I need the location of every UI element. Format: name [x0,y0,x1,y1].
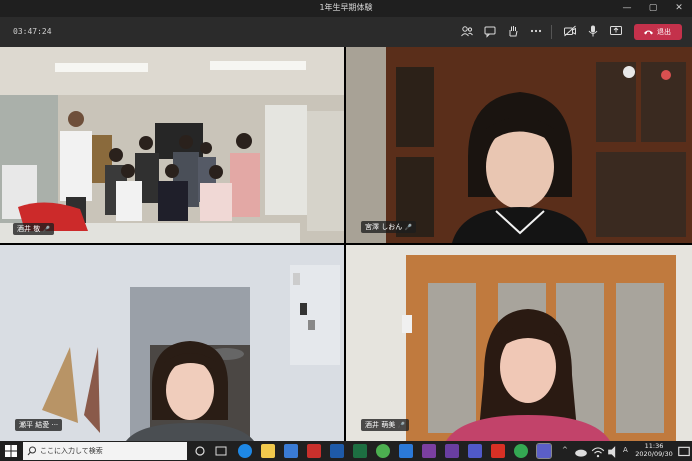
onenote-icon-2[interactable] [445,444,459,458]
toolbar-separator [551,25,552,39]
chrome-icon[interactable] [376,444,390,458]
task-view-icon[interactable] [214,444,228,458]
phone-hangup-icon [644,30,653,35]
cloud-icon[interactable] [574,445,588,459]
notification-icon[interactable] [677,445,691,459]
microphone-icon[interactable] [586,24,600,38]
participant-name-tag: 酒井 敬 🎤 [13,223,54,235]
video-tile-participant-2[interactable]: 宮澤 しおん 🎤 [346,47,692,243]
windows-taskbar: ここに入力して検索 ^ A 11:36 2020/09/30 [0,441,692,461]
teams-active-icon[interactable] [536,443,552,459]
title-bar: 1年生早期体験 — ▢ ✕ [0,0,692,17]
mic-icon: 🎤 [42,226,50,233]
windows-start-icon[interactable] [5,445,17,457]
leave-label: 退出 [657,28,671,36]
system-clock[interactable]: 11:36 2020/09/30 [634,442,674,458]
onenote-icon[interactable] [422,444,436,458]
more-options-icon[interactable]: ··· [51,421,58,429]
participant-4-video-feed [346,245,692,441]
taskbar-search-box[interactable]: ここに入力して検索 [23,442,187,460]
raise-hand-icon[interactable] [506,24,520,38]
participant-name-tag: 酒井 萌美 🎤 [361,419,409,431]
video-tile-classroom[interactable]: 酒井 敬 🎤 [0,47,344,243]
powerpoint-icon[interactable] [307,444,321,458]
maximize-button[interactable]: ▢ [640,0,666,17]
task-view-icon[interactable] [193,444,207,458]
word-icon[interactable] [330,444,344,458]
wifi-icon[interactable] [591,445,605,459]
participant-name: 宮澤 しおん [365,223,403,231]
participant-3-video-feed [0,245,344,441]
close-button[interactable]: ✕ [666,0,692,17]
participant-name: 酒井 萌美 [365,421,396,429]
mic-icon: 🎤 [404,224,412,231]
participant-name: 瀬平 結愛 [19,421,50,429]
classroom-video-feed [0,47,344,243]
search-placeholder: ここに入力して検索 [40,447,103,455]
ime-indicator[interactable]: A [623,446,628,454]
camera-off-icon[interactable] [563,24,577,38]
window-title: 1年生早期体験 [319,3,373,12]
file-explorer-icon[interactable] [261,444,275,458]
participant-name-tag: 宮澤 しおん 🎤 [361,221,416,233]
edge-icon[interactable] [238,444,252,458]
chat-icon[interactable] [483,24,497,38]
teams-icon[interactable] [468,444,482,458]
search-icon [27,446,36,456]
more-icon[interactable] [529,24,543,38]
video-tile-participant-3[interactable]: 瀬平 結愛 ··· [0,245,344,441]
volume-icon[interactable] [607,445,621,459]
video-tile-participant-4[interactable]: 酒井 萌美 🎤 [346,245,692,441]
minimize-button[interactable]: — [614,0,640,17]
mail-icon[interactable] [399,444,413,458]
tray-chevron-icon[interactable]: ^ [562,446,568,454]
excel-icon[interactable] [353,444,367,458]
participant-name-tag: 瀬平 結愛 ··· [15,419,63,431]
participant-name: 酒井 敬 [17,225,41,233]
chrome-icon-2[interactable] [514,444,528,458]
people-icon[interactable] [460,24,474,38]
acrobat-icon[interactable] [491,444,505,458]
meeting-toolbar: 03:47:24 退出 [0,17,692,47]
store-icon[interactable] [284,444,298,458]
leave-button[interactable]: 退出 [634,24,682,40]
mic-icon: 🎤 [397,422,405,429]
meeting-timer: 03:47:24 [13,27,52,36]
participant-2-video-feed [346,47,692,243]
clock-time: 11:36 [644,442,664,450]
clock-date: 2020/09/30 [635,450,673,458]
share-screen-icon[interactable] [609,24,623,38]
